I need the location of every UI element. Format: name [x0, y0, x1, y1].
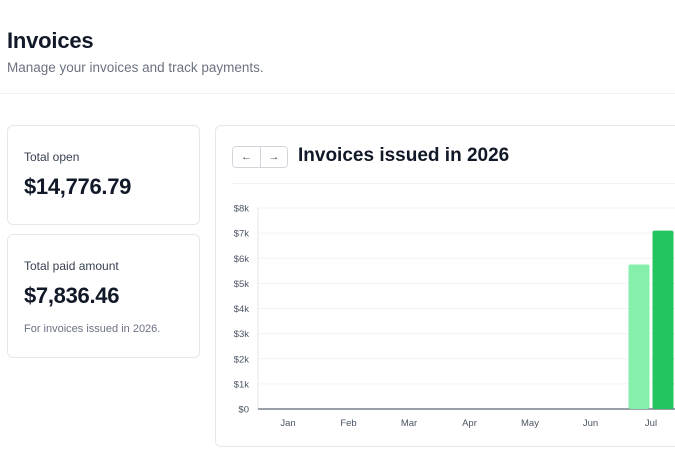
- y-tick-label: $4k: [234, 304, 250, 315]
- chart-bar: [652, 230, 674, 409]
- previous-year-button[interactable]: ←: [233, 147, 260, 167]
- page-title: Invoices: [7, 28, 94, 53]
- y-tick-label: $1k: [234, 379, 250, 390]
- chart-title: Invoices issued in 2026: [298, 145, 510, 166]
- total-paid-card: Total paid amount $7,836.46 For invoices…: [7, 234, 200, 358]
- year-nav: ← →: [232, 146, 288, 168]
- invoices-bar-chart: $0 $1k $2k $3k $4k $5k $6k $7k $8k Jan Feb Mar Apr Ma…: [234, 204, 675, 429]
- arrow-left-icon: ←: [241, 151, 252, 163]
- x-tick-label: Jul: [645, 418, 657, 429]
- total-paid-value: $7,836.46: [24, 283, 120, 308]
- chart-divider: [232, 183, 675, 184]
- x-tick-label: Apr: [462, 418, 477, 429]
- total-paid-note: For invoices issued in 2026.: [24, 323, 161, 335]
- total-open-value: $14,776.79: [24, 174, 132, 199]
- y-tick-label: $7k: [234, 229, 250, 240]
- total-open-label: Total open: [24, 150, 80, 164]
- y-tick-label: $0: [238, 405, 249, 416]
- x-tick-label: Mar: [401, 418, 417, 429]
- total-paid-label: Total paid amount: [24, 259, 119, 273]
- x-tick-label: Feb: [340, 418, 356, 429]
- invoices-chart-card: $0 $1k $2k $3k $4k $5k $6k $7k $8k Jan Feb Mar Apr Ma…: [215, 125, 675, 447]
- x-tick-label: May: [521, 418, 539, 429]
- next-year-button[interactable]: →: [260, 147, 287, 167]
- page-subtitle: Manage your invoices and track payments.: [7, 60, 264, 75]
- x-tick-label: Jan: [280, 418, 295, 429]
- y-tick-label: $8k: [234, 204, 250, 215]
- total-open-card: Total open $14,776.79: [7, 125, 200, 225]
- y-tick-label: $2k: [234, 354, 250, 365]
- chart-bar: [628, 264, 650, 409]
- y-tick-label: $3k: [234, 329, 250, 340]
- x-tick-label: Jun: [583, 418, 598, 429]
- y-tick-label: $6k: [234, 254, 250, 265]
- y-tick-label: $5k: [234, 279, 250, 290]
- header-divider: [0, 93, 675, 94]
- page-header: Invoices Manage your invoices and track …: [7, 28, 264, 75]
- arrow-right-icon: →: [268, 151, 280, 163]
